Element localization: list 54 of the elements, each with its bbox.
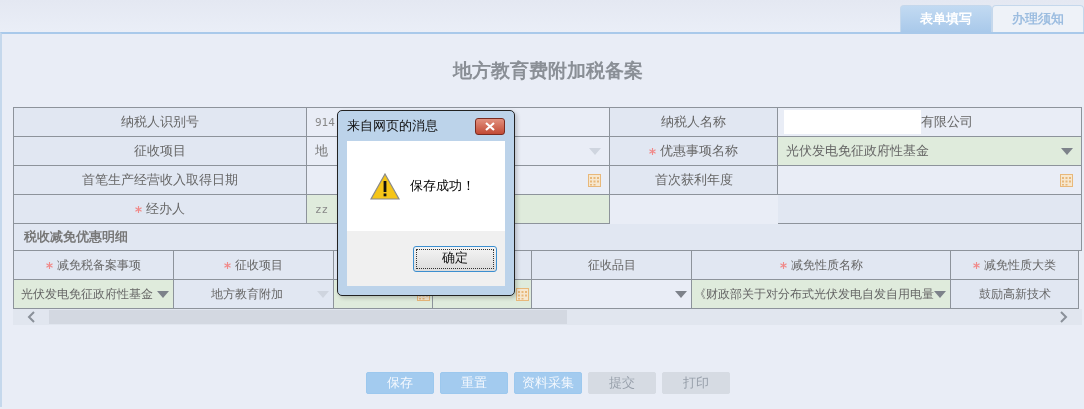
calendar-icon[interactable] [1060, 173, 1073, 187]
horizontal-scrollbar[interactable] [13, 309, 1082, 325]
label-text: 纳税人名称 [661, 113, 726, 131]
dialog-message: 保存成功！ [410, 177, 475, 195]
ok-button[interactable]: 确定 [413, 245, 497, 272]
select-cell[interactable]: 《财政部关于对分布式光伏发电自发自用电量 [692, 280, 951, 309]
page-title: 地方教育费附加税备案 [451, 57, 644, 83]
field-value: 地 [315, 142, 328, 160]
asterisk-icon [973, 261, 980, 269]
table-cell: 鼓励高新技术 [951, 280, 1079, 309]
label-text: 经办人 [146, 200, 185, 218]
cell-value: 地方教育附加 [210, 286, 283, 302]
field-value: 光伏发电免征政府性基金 [786, 142, 929, 160]
asterisk-icon [779, 261, 787, 269]
select-field[interactable]: 光伏发电免征政府性基金 [778, 137, 1082, 166]
tab[interactable]: 表单填写 [900, 5, 992, 32]
header-text: 征收品目 [587, 257, 636, 273]
calendar-icon[interactable] [516, 287, 529, 301]
dropdown-caret-icon[interactable] [1061, 147, 1073, 155]
label-text: 征收项目 [134, 142, 186, 160]
asterisk-icon [46, 261, 53, 269]
label-text: 优惠事项名称 [660, 142, 738, 160]
label-text: 纳税人识别号 [121, 113, 199, 131]
header-text: 减免税备案事项 [57, 257, 141, 273]
cell-value: 光伏发电免征政府性基金 [20, 286, 153, 302]
action-button[interactable]: 保存 [365, 372, 434, 394]
dropdown-caret-icon[interactable] [675, 290, 687, 298]
dropdown-caret-icon[interactable] [157, 290, 169, 298]
dropdown-caret-icon[interactable] [934, 290, 946, 298]
close-button[interactable] [475, 117, 505, 135]
dialog-title: 来自网页的消息 [347, 117, 438, 135]
field-value: 有限公司 [921, 113, 973, 131]
text-field[interactable]: 有限公司 [778, 108, 1082, 137]
scrollbar-thumb[interactable] [49, 310, 567, 324]
select-cell[interactable] [532, 280, 692, 309]
header-text: 减免性质大类 [984, 257, 1056, 273]
cell-value: 《财政部关于对分布式光伏发电自发自用电量 [694, 286, 934, 302]
date-field[interactable] [778, 166, 1082, 195]
asterisk-icon [224, 261, 231, 269]
label-text: 首次获利年度 [654, 171, 733, 189]
warning-icon [370, 172, 400, 200]
header-text: 征收项目 [235, 257, 283, 273]
tab[interactable]: 办理须知 [992, 5, 1084, 32]
asterisk-icon [135, 205, 142, 213]
action-button[interactable]: 重置 [439, 372, 508, 394]
action-button[interactable]: 资料采集 [513, 372, 582, 394]
calendar-icon[interactable] [588, 173, 601, 187]
asterisk-icon [649, 147, 656, 155]
close-icon [485, 121, 495, 131]
select-cell[interactable]: 光伏发电免征政府性基金 [14, 280, 174, 309]
scroll-right-icon[interactable] [1060, 311, 1068, 323]
scroll-left-icon[interactable] [27, 311, 35, 323]
label-text: 首笔生产经营收入取得日期 [82, 171, 238, 189]
header-text: 减免性质名称 [790, 257, 863, 273]
